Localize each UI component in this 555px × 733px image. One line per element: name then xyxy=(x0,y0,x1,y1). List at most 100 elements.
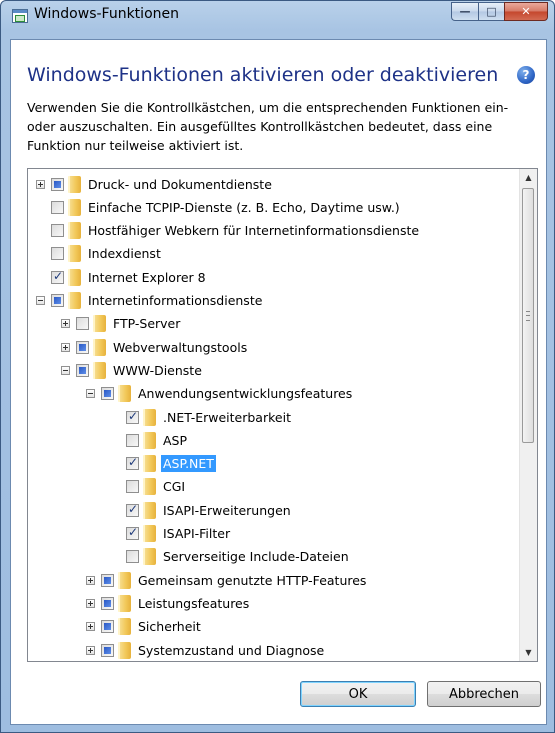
folder-icon xyxy=(143,501,156,519)
features-tree[interactable]: Druck- und Dokumentdienste Einfache TCPIP… xyxy=(27,168,538,662)
folder-icon xyxy=(93,315,106,333)
feature-checkbox[interactable] xyxy=(101,573,114,587)
feature-checkbox[interactable] xyxy=(76,317,89,331)
feature-item[interactable]: Internetinformationsdienste xyxy=(36,290,262,312)
feature-checkbox[interactable] xyxy=(51,247,64,261)
folder-icon xyxy=(68,245,81,263)
plus-icon[interactable] xyxy=(61,319,70,329)
folder-icon xyxy=(118,571,131,589)
windows-features-icon xyxy=(12,9,28,23)
feature-item[interactable]: ISAPI-Erweiterungen xyxy=(111,499,291,521)
features-tree-list: Druck- und Dokumentdienste Einfache TCPIP… xyxy=(28,169,520,661)
folder-icon xyxy=(118,618,131,636)
feature-checkbox[interactable] xyxy=(101,643,114,657)
plus-icon[interactable] xyxy=(61,342,70,352)
page-title: Windows-Funktionen aktivieren oder deakt… xyxy=(27,64,499,86)
vertical-scrollbar[interactable]: ▲ ▼ xyxy=(519,169,537,661)
feature-item[interactable]: ASP.NET xyxy=(111,453,216,475)
feature-checkbox[interactable] xyxy=(51,224,64,238)
feature-item[interactable]: Indexdienst xyxy=(36,243,161,265)
feature-item[interactable]: ISAPI-Filter xyxy=(111,523,230,545)
feature-item[interactable]: WWW-Dienste xyxy=(61,359,202,381)
plus-icon[interactable] xyxy=(86,645,95,655)
plus-icon[interactable] xyxy=(86,598,95,608)
feature-label: Internetinformationsdienste xyxy=(88,293,263,308)
feature-label: .NET-Erweiterbarkeit xyxy=(163,409,291,425)
feature-checkbox[interactable] xyxy=(101,387,114,401)
minus-icon[interactable] xyxy=(86,389,95,399)
feature-label: ISAPI-Filter xyxy=(163,526,231,541)
folder-icon xyxy=(118,385,131,403)
feature-checkbox[interactable] xyxy=(101,596,114,610)
folder-icon xyxy=(143,408,156,426)
dialog-client-area: Windows-Funktionen aktivieren oder deakt… xyxy=(10,39,547,725)
grip-icon xyxy=(526,311,530,321)
feature-checkbox[interactable] xyxy=(76,363,89,377)
feature-checkbox[interactable] xyxy=(51,269,64,284)
maximize-button[interactable]: □ xyxy=(478,2,504,21)
feature-checkbox[interactable] xyxy=(51,177,64,191)
folder-icon xyxy=(143,478,156,496)
feature-label: Gemeinsam genutzte HTTP-Features xyxy=(138,572,367,588)
maximize-icon: □ xyxy=(486,5,497,18)
folder-icon xyxy=(118,594,131,612)
feature-item[interactable]: FTP-Server xyxy=(61,313,180,335)
feature-item[interactable]: Druck- und Dokumentdienste xyxy=(36,173,272,195)
feature-item[interactable]: Gemeinsam genutzte HTTP-Features xyxy=(86,569,366,591)
feature-item[interactable]: Leistungsfeatures xyxy=(86,592,249,614)
feature-item[interactable]: Einfache TCPIP-Dienste (z. B. Echo, Dayt… xyxy=(36,196,400,218)
feature-checkbox[interactable] xyxy=(76,340,89,354)
feature-checkbox[interactable] xyxy=(126,525,139,540)
feature-label: FTP-Server xyxy=(113,316,181,332)
feature-item[interactable]: Sicherheit xyxy=(86,616,201,638)
feature-checkbox[interactable] xyxy=(101,620,114,634)
feature-item[interactable]: Serverseitige Include-Dateien xyxy=(111,546,349,568)
feature-checkbox[interactable] xyxy=(126,480,139,494)
minimize-icon: — xyxy=(459,5,471,18)
plus-icon[interactable] xyxy=(36,179,45,189)
cancel-button[interactable]: Abbrechen xyxy=(427,681,541,707)
close-button[interactable]: ✕ xyxy=(504,2,548,21)
folder-icon xyxy=(68,292,81,309)
feature-checkbox[interactable] xyxy=(51,294,64,307)
folder-icon xyxy=(118,641,131,659)
help-icon[interactable]: ? xyxy=(517,66,535,84)
folder-icon xyxy=(68,175,81,193)
window-controls: — □ ✕ xyxy=(451,2,548,22)
feature-label: Indexdienst xyxy=(88,246,161,262)
feature-item[interactable]: Internet Explorer 8 xyxy=(36,266,206,288)
feature-label: Serverseitige Include-Dateien xyxy=(163,549,349,565)
feature-label: WWW-Dienste xyxy=(113,362,202,378)
feature-item[interactable]: Hostfähiger Webkern für Internetinformat… xyxy=(36,220,419,242)
scrollbar-thumb[interactable] xyxy=(522,188,534,443)
scroll-down-arrow-icon[interactable]: ▼ xyxy=(520,644,537,661)
feature-checkbox[interactable] xyxy=(126,433,139,447)
feature-checkbox[interactable] xyxy=(126,455,139,471)
ok-button[interactable]: OK xyxy=(300,681,416,707)
plus-icon[interactable] xyxy=(86,575,95,585)
folder-icon xyxy=(143,548,156,566)
feature-item[interactable]: ASP xyxy=(111,429,187,451)
folder-icon xyxy=(143,455,156,473)
close-icon: ✕ xyxy=(521,5,531,18)
plus-icon[interactable] xyxy=(86,622,95,632)
feature-checkbox[interactable] xyxy=(126,409,139,424)
minus-icon[interactable] xyxy=(61,365,70,375)
feature-item[interactable]: .NET-Erweiterbarkeit xyxy=(111,406,291,428)
feature-item[interactable]: Anwendungsentwicklungsfeatures xyxy=(86,383,352,405)
scroll-up-arrow-icon[interactable]: ▲ xyxy=(520,169,537,186)
feature-item[interactable]: Systemzustand und Diagnose xyxy=(86,639,324,661)
folder-icon xyxy=(68,268,81,286)
feature-label: ISAPI-Erweiterungen xyxy=(163,502,291,518)
minus-icon[interactable] xyxy=(36,296,45,305)
minimize-button[interactable]: — xyxy=(451,2,478,21)
feature-checkbox[interactable] xyxy=(51,200,64,214)
feature-checkbox[interactable] xyxy=(126,502,139,517)
feature-label: Anwendungsentwicklungsfeatures xyxy=(138,386,353,402)
feature-item[interactable]: Webverwaltungstools xyxy=(61,336,247,358)
folder-icon xyxy=(143,431,156,449)
feature-label: Sicherheit xyxy=(138,619,201,635)
title-bar[interactable]: Windows-Funktionen — □ ✕ xyxy=(1,1,554,39)
feature-item[interactable]: CGI xyxy=(111,476,185,498)
feature-checkbox[interactable] xyxy=(126,550,139,564)
